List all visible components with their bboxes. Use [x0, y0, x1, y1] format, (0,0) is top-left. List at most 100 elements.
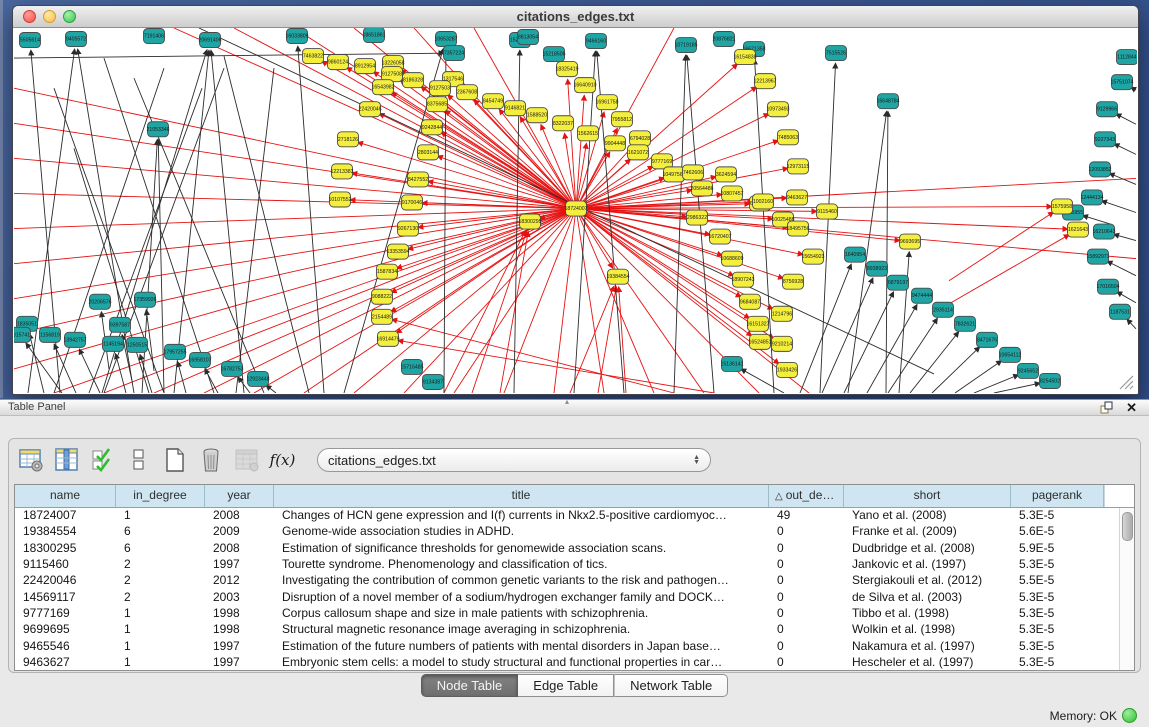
- graph-node[interactable]: 8375685: [427, 97, 448, 112]
- graph-node[interactable]: 9474444: [912, 288, 933, 303]
- graph-node[interactable]: 10107552: [328, 192, 351, 207]
- graph-node[interactable]: 16151327: [746, 316, 769, 331]
- graph-node[interactable]: 8322037: [553, 116, 574, 131]
- graph-node[interactable]: 8454749: [483, 94, 504, 109]
- graph-node[interactable]: 17957255: [163, 344, 186, 359]
- table-settings-icon[interactable]: [17, 447, 44, 474]
- graph-node[interactable]: 10807457: [720, 186, 743, 201]
- graph-node[interactable]: 10688609: [720, 251, 743, 266]
- graph-node[interactable]: 3624594: [716, 167, 737, 182]
- graph-node[interactable]: 7515526: [826, 46, 847, 61]
- graph-node[interactable]: 20876821: [712, 32, 735, 47]
- graph-node[interactable]: 1156819: [40, 327, 61, 342]
- graph-node[interactable]: 2154489: [372, 309, 393, 324]
- graph-node[interactable]: 16154838: [733, 50, 756, 65]
- function-builder-icon[interactable]: f(x): [269, 447, 296, 474]
- column-header-out-degree[interactable]: △out_de…: [769, 485, 844, 507]
- table-row[interactable]: 969969511998Structural magnetic resonanc…: [15, 621, 1120, 637]
- graph-node[interactable]: 8254502: [1040, 373, 1061, 388]
- graph-node[interactable]: 10654112: [999, 347, 1022, 362]
- graph-node[interactable]: 7485063: [778, 130, 799, 145]
- graph-node[interactable]: 1640954: [845, 247, 866, 262]
- zoom-window-button[interactable]: [63, 10, 76, 23]
- graph-node[interactable]: 2935114: [933, 302, 954, 317]
- graph-node[interactable]: 20564486: [690, 181, 713, 196]
- graph-node[interactable]: 6879197: [888, 275, 909, 290]
- graph-node[interactable]: 17359926: [133, 292, 156, 307]
- graph-node[interactable]: 9267130: [398, 221, 419, 236]
- tab-network-table[interactable]: Network Table: [614, 674, 728, 697]
- table-row[interactable]: 911546021997Tourette syndrome. Phenomeno…: [15, 556, 1120, 572]
- window-resize-grip[interactable]: [1120, 376, 1133, 389]
- column-header-name[interactable]: name: [15, 485, 116, 507]
- new-document-icon[interactable]: [161, 447, 188, 474]
- tab-node-table[interactable]: Node Table: [421, 674, 519, 697]
- column-header-title[interactable]: title: [274, 485, 769, 507]
- graph-node[interactable]: 15654923: [801, 249, 824, 264]
- graph-node[interactable]: 8756928: [783, 274, 804, 289]
- graph-node[interactable]: 2986322: [687, 210, 708, 225]
- graph-node[interactable]: 18300295: [518, 214, 541, 229]
- column-header-year[interactable]: year: [205, 485, 274, 507]
- graph-node[interactable]: 15136141: [720, 356, 743, 371]
- graph-node[interactable]: 18907243: [731, 272, 754, 287]
- graph-node[interactable]: 9242844: [422, 120, 443, 135]
- table-row[interactable]: 1456911722003Disruption of a novel membe…: [15, 589, 1120, 605]
- table-row[interactable]: 946554611997Estimation of the future num…: [15, 638, 1120, 654]
- graph-node[interactable]: 1112844: [1117, 50, 1138, 65]
- graph-node[interactable]: 7191406: [144, 29, 165, 44]
- graph-node[interactable]: 16961758: [595, 95, 618, 110]
- graph-node[interactable]: 18495756: [786, 221, 809, 236]
- graph-node[interactable]: 10653287: [434, 32, 457, 47]
- graph-node[interactable]: 13353594: [386, 244, 409, 259]
- graph-node[interactable]: 9693695: [900, 234, 921, 249]
- graph-node[interactable]: 7462606: [683, 165, 704, 180]
- graph-node[interactable]: 9860124: [328, 55, 349, 70]
- graph-node[interactable]: 17016504: [1096, 279, 1119, 294]
- graph-node[interactable]: 8912954: [355, 59, 376, 74]
- graph-node[interactable]: 9463627: [787, 190, 808, 205]
- table-row[interactable]: 977716911998Corpus callosum shape and si…: [15, 605, 1120, 621]
- graph-node[interactable]: 13942757: [63, 332, 86, 347]
- graph-node[interactable]: 7357224: [444, 46, 465, 61]
- minimize-window-button[interactable]: [43, 10, 56, 23]
- graph-node[interactable]: 9245652: [1018, 363, 1039, 378]
- graph-node[interactable]: 16720407: [708, 229, 731, 244]
- graph-node[interactable]: 8427552: [408, 172, 429, 187]
- graph-node[interactable]: 20206576: [88, 294, 111, 309]
- table-row[interactable]: 1830029562008Estimation of significance …: [15, 540, 1120, 556]
- graph-node[interactable]: 15751074: [1110, 75, 1133, 90]
- graph-node[interactable]: 20691406: [198, 33, 221, 48]
- graph-node[interactable]: 12973115: [787, 159, 810, 174]
- graph-node[interactable]: 1621643: [1068, 222, 1089, 237]
- table-scrollbar-thumb[interactable]: [1122, 512, 1133, 541]
- graph-node[interactable]: 9466160: [586, 34, 607, 49]
- graph-node[interactable]: 9405572: [66, 32, 87, 47]
- graph-node[interactable]: 21053346: [146, 122, 169, 137]
- graph-node[interactable]: 16914479: [376, 331, 399, 346]
- table-row[interactable]: 1938455462009Genome-wide association stu…: [15, 523, 1120, 539]
- graph-node[interactable]: 1587834: [377, 264, 398, 279]
- column-header-short[interactable]: short: [844, 485, 1011, 507]
- graph-node[interactable]: 18651861: [362, 28, 385, 43]
- row-height-icon[interactable]: [125, 447, 152, 474]
- graph-node[interactable]: 22420046: [358, 102, 381, 117]
- close-panel-icon[interactable]: ✕: [1126, 400, 1137, 415]
- graph-node[interactable]: 9397587: [110, 317, 131, 332]
- graph-node[interactable]: 16210643: [1092, 224, 1115, 239]
- graph-node[interactable]: 2367608: [457, 85, 478, 100]
- graph-node[interactable]: 16958107: [188, 352, 211, 367]
- graph-node[interactable]: 18325419: [555, 62, 578, 77]
- graph-node[interactable]: 8471676: [977, 332, 998, 347]
- graph-node[interactable]: 5505614: [20, 33, 41, 48]
- graph-node[interactable]: 15716485: [400, 359, 423, 374]
- graph-node[interactable]: 1621072: [628, 145, 649, 160]
- graph-node[interactable]: 18724007: [564, 201, 587, 216]
- table-row[interactable]: 2242004622012Investigating the contribut…: [15, 572, 1120, 588]
- column-header-pagerank[interactable]: pagerank: [1011, 485, 1104, 507]
- graph-node[interactable]: 12444134: [1080, 190, 1103, 205]
- window-titlebar[interactable]: citations_edges.txt: [13, 6, 1138, 28]
- graph-node[interactable]: 16524851: [748, 334, 771, 349]
- graph-node[interactable]: 16640910: [573, 78, 596, 93]
- graph-node[interactable]: 16782753: [220, 361, 243, 376]
